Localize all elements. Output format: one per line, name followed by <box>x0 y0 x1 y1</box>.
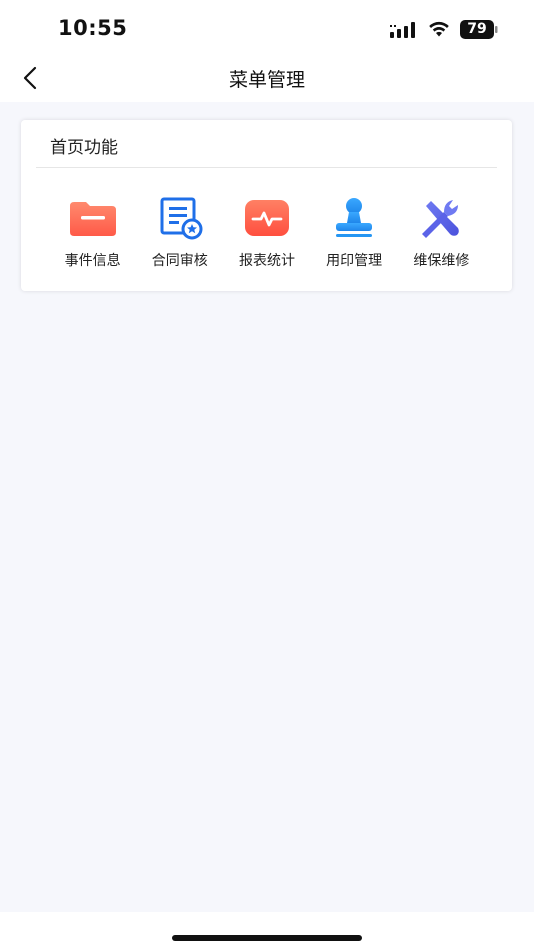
stamp-icon <box>329 194 379 242</box>
battery-indicator: 79 <box>460 20 498 39</box>
home-indicator-area <box>0 912 534 950</box>
contract-review-icon <box>155 194 205 242</box>
page-title: 菜单管理 <box>228 69 305 91</box>
pulse-chart-icon <box>242 194 292 242</box>
function-item-report-stats[interactable]: 报表统计 <box>223 194 310 274</box>
cellular-signal-icon <box>390 22 415 38</box>
section-title: 首页功能 <box>50 138 118 158</box>
status-time: 10:55 <box>58 16 128 40</box>
navigation-bar: 菜单管理 <box>0 56 534 102</box>
function-item-seal-management[interactable]: 用印管理 <box>311 194 398 274</box>
section-divider <box>36 167 497 168</box>
function-label: 合同审核 <box>151 253 208 269</box>
function-label: 维保维修 <box>413 253 470 269</box>
function-item-event-info[interactable]: 事件信息 <box>49 194 136 274</box>
function-item-contract-review[interactable]: 合同审核 <box>136 194 223 274</box>
function-label: 事件信息 <box>64 253 121 269</box>
wifi-icon <box>429 21 449 37</box>
content-area: 首页功能 事件信息 合同审核 报表统计 用印管理 维保维修 <box>0 102 534 912</box>
battery-level: 79 <box>467 21 487 37</box>
function-item-maintenance[interactable]: 维保维修 <box>398 194 485 274</box>
folder-icon <box>68 194 118 242</box>
function-grid: 事件信息 合同审核 报表统计 用印管理 维保维修 <box>49 194 485 274</box>
home-functions-card: 首页功能 事件信息 合同审核 报表统计 用印管理 维保维修 <box>21 120 512 291</box>
function-label: 报表统计 <box>238 253 295 269</box>
status-bar: 10:55 79 <box>0 0 534 56</box>
function-label: 用印管理 <box>326 253 383 269</box>
wrench-screwdriver-icon <box>416 194 466 242</box>
screen: 10:55 79 菜单管理 首页功能 事件信息 合同审核 报表统计 用印管理 维… <box>0 0 534 950</box>
home-indicator[interactable] <box>172 935 362 941</box>
